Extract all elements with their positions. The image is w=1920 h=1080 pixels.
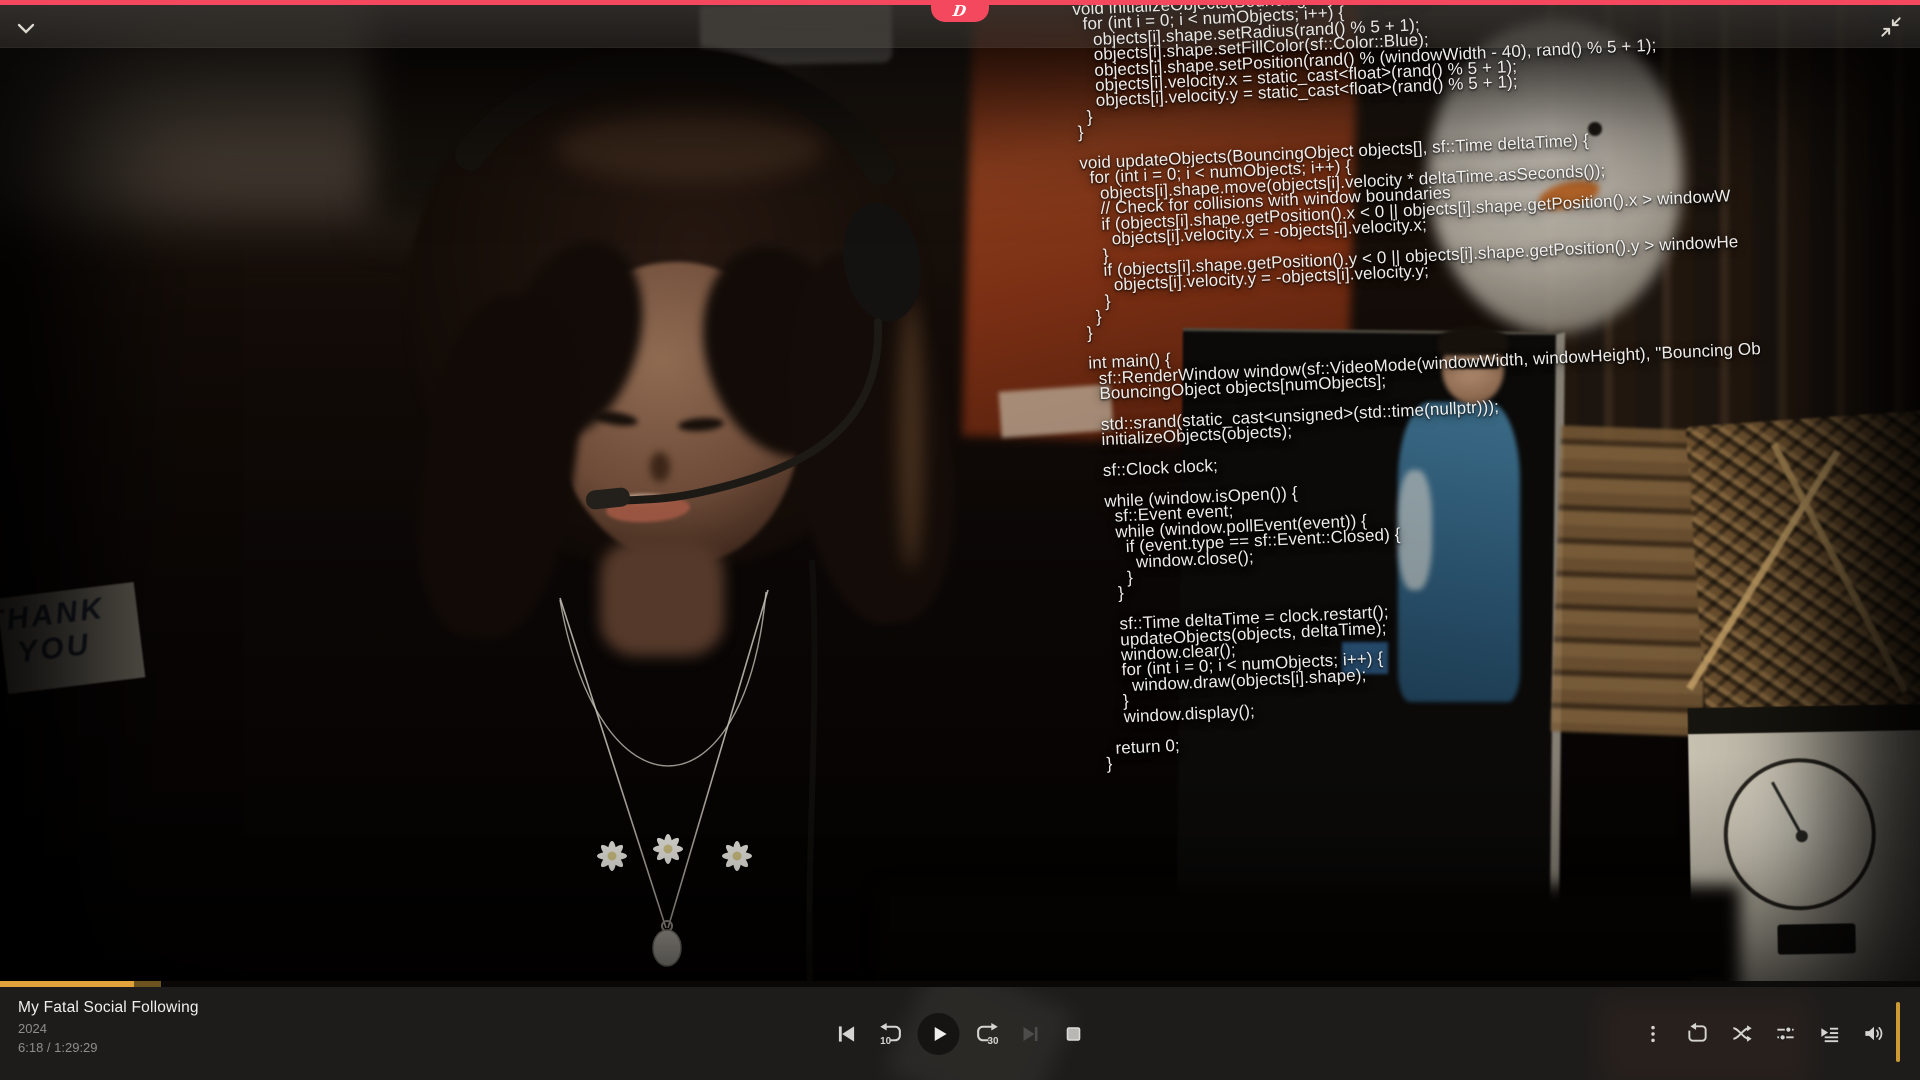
video-surface[interactable]: THANK YOU bbox=[0, 0, 1920, 1080]
play-queue-icon bbox=[1818, 1022, 1841, 1045]
forward-30-button[interactable]: 30 bbox=[973, 1019, 1003, 1049]
secondary-controls bbox=[1638, 987, 1888, 1080]
skip-next-button[interactable] bbox=[1016, 1019, 1046, 1049]
chevron-down-button[interactable] bbox=[12, 14, 40, 42]
volume-slider[interactable] bbox=[1896, 1002, 1900, 1062]
media-time: 6:18 / 1:29:29 bbox=[18, 1040, 199, 1055]
media-year: 2024 bbox=[18, 1021, 199, 1036]
shuffle-icon bbox=[1730, 1022, 1753, 1045]
kebab-menu-icon bbox=[1642, 1023, 1664, 1045]
more-options-button[interactable] bbox=[1638, 1019, 1668, 1049]
volume-slider-fill bbox=[1896, 1002, 1900, 1062]
video-player-window: THANK YOU bbox=[0, 0, 1920, 1080]
play-icon bbox=[926, 1021, 952, 1047]
media-title: My Fatal Social Following bbox=[18, 999, 199, 1017]
chevron-down-icon bbox=[13, 15, 39, 41]
rewind-10-button[interactable]: 10 bbox=[875, 1019, 905, 1049]
stop-icon bbox=[1062, 1022, 1086, 1046]
now-playing-info: My Fatal Social Following 2024 6:18 / 1:… bbox=[18, 999, 199, 1055]
collapse-window-icon bbox=[1878, 14, 1904, 40]
code-overlay: void initializeObjects(BouncingObject ob… bbox=[1072, 0, 1920, 772]
forward-seconds-label: 30 bbox=[987, 1035, 998, 1046]
skip-previous-icon bbox=[834, 1021, 860, 1047]
play-queue-button[interactable] bbox=[1814, 1019, 1844, 1049]
rewind-seconds-label: 10 bbox=[880, 1035, 891, 1046]
transport-controls: 10 30 bbox=[832, 987, 1089, 1080]
progress-played bbox=[0, 981, 134, 987]
app-logo-letter: D bbox=[952, 4, 967, 19]
repeat-button[interactable] bbox=[1682, 1019, 1712, 1049]
play-button[interactable] bbox=[918, 1013, 960, 1055]
skip-previous-button[interactable] bbox=[832, 1019, 862, 1049]
repeat-icon bbox=[1686, 1022, 1709, 1045]
app-logo-badge: D bbox=[931, 0, 989, 22]
seek-bar[interactable] bbox=[0, 981, 1920, 987]
stop-button[interactable] bbox=[1059, 1019, 1089, 1049]
shuffle-button[interactable] bbox=[1726, 1019, 1756, 1049]
control-bar: My Fatal Social Following 2024 6:18 / 1:… bbox=[0, 987, 1920, 1080]
skip-next-icon bbox=[1019, 1022, 1043, 1046]
volume-button[interactable] bbox=[1858, 1019, 1888, 1049]
tune-sliders-button[interactable] bbox=[1770, 1019, 1800, 1049]
tune-sliders-icon bbox=[1774, 1022, 1797, 1045]
volume-icon bbox=[1862, 1022, 1885, 1045]
forward-30-icon: 30 bbox=[974, 1021, 1001, 1047]
collapse-window-button[interactable] bbox=[1876, 12, 1906, 42]
rewind-10-icon: 10 bbox=[876, 1021, 903, 1047]
